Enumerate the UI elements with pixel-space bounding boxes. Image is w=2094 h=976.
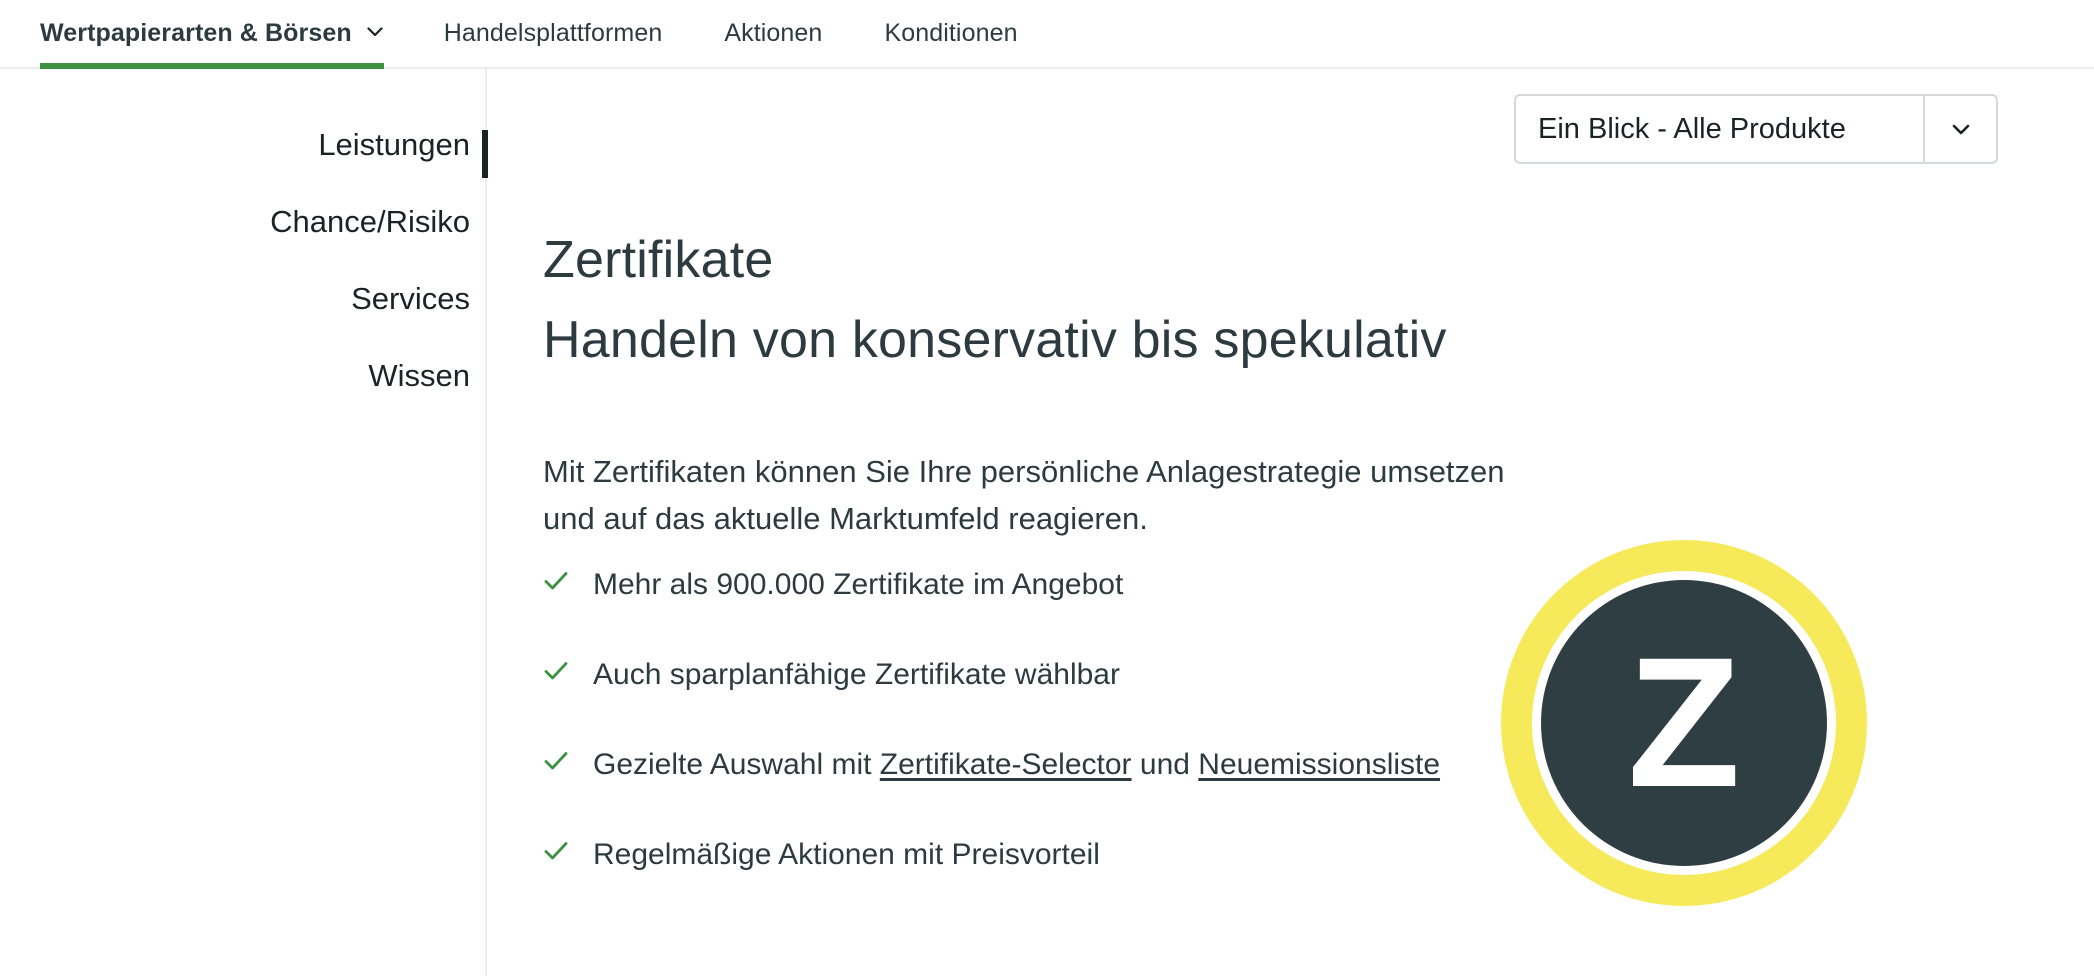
page-subtitle: Handeln von konservativ bis spekulativ: [543, 311, 1447, 370]
check-icon: [543, 748, 569, 774]
chevron-down-icon[interactable]: [1923, 96, 1996, 162]
benefits-list: Mehr als 900.000 Zertifikate im Angebot …: [543, 561, 1593, 921]
nav-item-handelsplattformen[interactable]: Handelsplattformen: [444, 0, 663, 67]
sidebar-item-chance-risiko[interactable]: Chance/Risiko: [0, 202, 470, 242]
chevron-down-icon: [366, 23, 384, 41]
nav-item-aktionen[interactable]: Aktionen: [724, 0, 822, 67]
benefit-text: Auch sparplanfähige Zertifikate wählbar: [593, 658, 1120, 691]
benefit-text: Regelmäßige Aktionen mit Preisvorteil: [593, 838, 1100, 871]
check-icon: [543, 568, 569, 594]
secondary-sidebar: Leistungen Chance/Risiko Services Wissen: [0, 69, 470, 433]
product-select-value: Ein Blick - Alle Produkte: [1538, 112, 1846, 145]
link-neuemissionsliste[interactable]: Neuemissionsliste: [1198, 748, 1440, 781]
nav-item-konditionen[interactable]: Konditionen: [884, 0, 1017, 67]
benefit-text: Mehr als 900.000 Zertifikate im Angebot: [593, 568, 1124, 601]
intro-paragraph: Mit Zertifikaten können Sie Ihre persönl…: [543, 454, 1505, 536]
page-body: Leistungen Chance/Risiko Services Wissen…: [0, 69, 2094, 976]
check-icon: [543, 658, 569, 684]
sidebar-item-leistungen[interactable]: Leistungen: [0, 125, 470, 165]
nav-item-label: Wertpapierarten & Börsen: [40, 19, 352, 47]
benefit-text: und: [1131, 748, 1199, 781]
nav-item-label: Handelsplattformen: [443, 19, 663, 47]
benefit-text: Gezielte Auswahl mit: [593, 748, 880, 781]
link-zertifikate-selector[interactable]: Zertifikate-Selector: [880, 748, 1132, 781]
sidebar-item-wissen[interactable]: Wissen: [0, 356, 470, 396]
nav-item-wertpapierarten-boersen[interactable]: Wertpapierarten & Börsen: [40, 0, 384, 69]
list-item: Regelmäßige Aktionen mit Preisvorteil: [543, 831, 1593, 879]
sidebar-item-services[interactable]: Services: [0, 279, 470, 319]
nav-item-label: Aktionen: [724, 19, 823, 47]
product-select-dropdown[interactable]: Ein Blick - Alle Produkte: [1514, 94, 1998, 164]
list-item: Gezielte Auswahl mit Zertifikate-Selecto…: [543, 741, 1593, 789]
content-column: Ein Blick - Alle Produkte Zertifikate Ha…: [485, 69, 2094, 976]
list-item: Auch sparplanfähige Zertifikate wählbar: [543, 651, 1593, 699]
logo-letter: Z: [1627, 620, 1740, 826]
list-item: Mehr als 900.000 Zertifikate im Angebot: [543, 561, 1593, 609]
main-navigation-bar: Wertpapierarten & Börsen Handelsplattfor…: [0, 0, 2094, 69]
page-title: Zertifikate: [543, 230, 774, 289]
main-navigation-list: Wertpapierarten & Börsen Handelsplattfor…: [0, 0, 2094, 69]
check-icon: [543, 838, 569, 864]
zertifikate-logo-badge: Z: [1501, 540, 1867, 906]
nav-item-label: Konditionen: [884, 19, 1018, 47]
